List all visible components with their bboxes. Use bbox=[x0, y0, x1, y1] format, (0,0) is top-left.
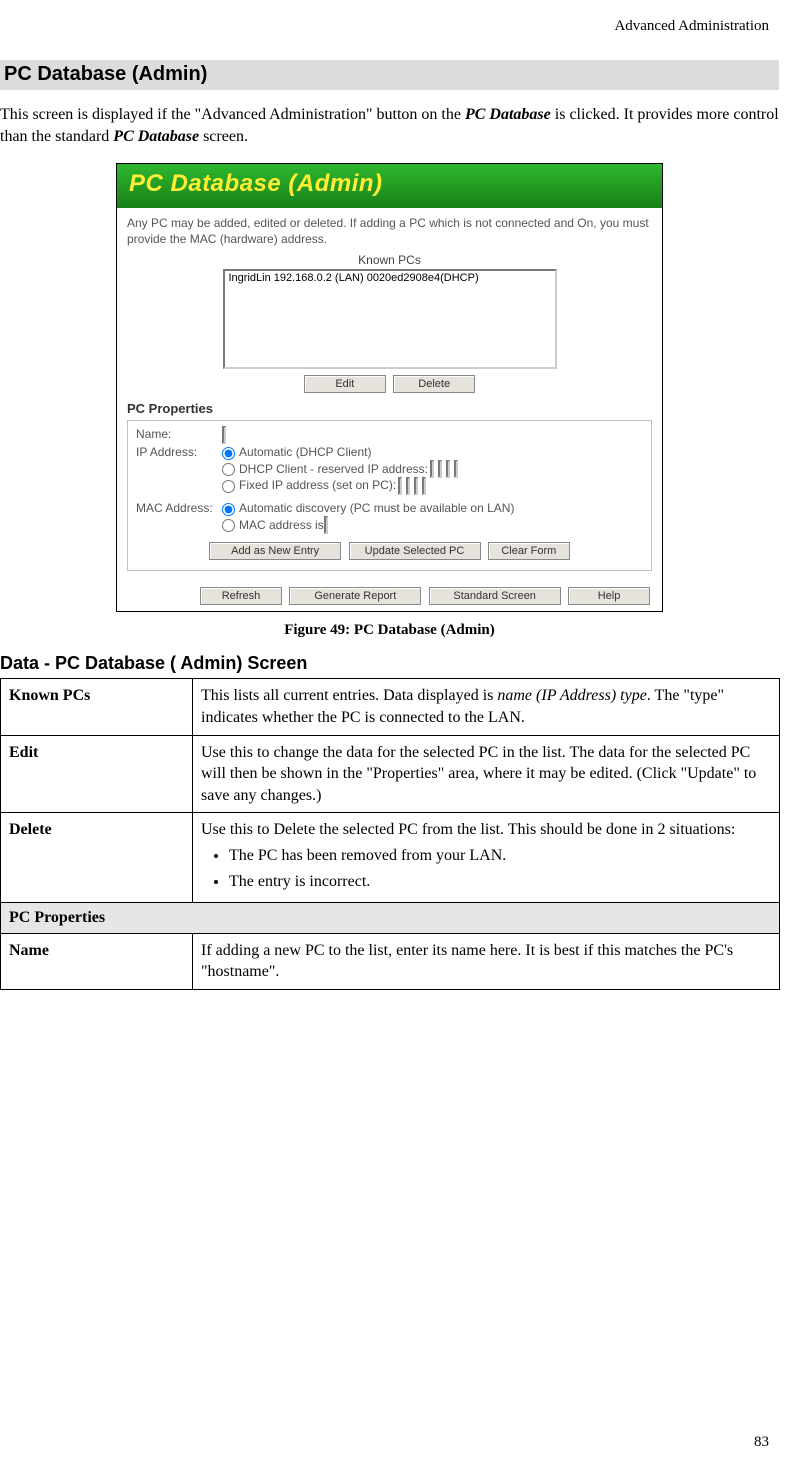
section-title: PC Database (Admin) bbox=[0, 60, 779, 90]
embedded-screenshot: PC Database (Admin) Any PC may be added,… bbox=[116, 163, 663, 612]
intro-bold-2: PC Database bbox=[113, 128, 199, 145]
cell-desc-edit: Use this to change the data for the sele… bbox=[193, 735, 780, 813]
known-pcs-listbox[interactable]: IngridLin 192.168.0.2 (LAN) 0020ed2908e4… bbox=[223, 269, 557, 369]
ip-octet-input[interactable] bbox=[422, 477, 426, 495]
page-number: 83 bbox=[754, 1434, 769, 1451]
ip-auto-radio[interactable] bbox=[222, 447, 235, 460]
bullet-item: The entry is incorrect. bbox=[229, 871, 771, 893]
cell-label-edit: Edit bbox=[1, 735, 193, 813]
ip-address-label: IP Address: bbox=[136, 445, 222, 459]
ip-octet-input[interactable] bbox=[454, 460, 458, 478]
text: This lists all current entries. Data dis… bbox=[201, 687, 497, 704]
shot-header: PC Database (Admin) bbox=[117, 164, 662, 208]
intro-text: screen. bbox=[199, 128, 248, 145]
ip-octet-input[interactable] bbox=[406, 477, 410, 495]
list-item[interactable]: IngridLin 192.168.0.2 (LAN) 0020ed2908e4… bbox=[225, 271, 555, 285]
name-input[interactable] bbox=[222, 426, 226, 444]
pc-properties-heading: PC Properties bbox=[127, 401, 652, 416]
help-button[interactable]: Help bbox=[568, 587, 650, 605]
mac-auto-label: Automatic discovery (PC must be availabl… bbox=[239, 501, 514, 515]
cell-desc-known-pcs: This lists all current entries. Data dis… bbox=[193, 679, 780, 735]
table-row: Delete Use this to Delete the selected P… bbox=[1, 813, 780, 903]
ip-fixed-radio[interactable] bbox=[222, 480, 235, 493]
table-section-row: PC Properties bbox=[1, 903, 780, 934]
table-row: Edit Use this to change the data for the… bbox=[1, 735, 780, 813]
shot-description: Any PC may be added, edited or deleted. … bbox=[127, 216, 652, 247]
intro-paragraph: This screen is displayed if the "Advance… bbox=[0, 104, 779, 147]
intro-bold-1: PC Database bbox=[465, 106, 551, 123]
ip-reserved-radio[interactable] bbox=[222, 463, 235, 476]
ip-octet-input[interactable] bbox=[430, 460, 434, 478]
ip-octet-input[interactable] bbox=[446, 460, 450, 478]
ip-octet-input[interactable] bbox=[414, 477, 418, 495]
generate-report-button[interactable]: Generate Report bbox=[289, 587, 421, 605]
mac-auto-radio[interactable] bbox=[222, 503, 235, 516]
italic-text: name (IP Address) type bbox=[497, 687, 646, 704]
ip-reserved-label: DHCP Client - reserved IP address: bbox=[239, 462, 428, 476]
name-label: Name: bbox=[136, 427, 222, 441]
ip-octet-input[interactable] bbox=[398, 477, 402, 495]
running-head: Advanced Administration bbox=[614, 18, 769, 35]
mac-manual-label: MAC address is bbox=[239, 518, 324, 532]
intro-text: This screen is displayed if the "Advance… bbox=[0, 106, 465, 123]
standard-screen-button[interactable]: Standard Screen bbox=[429, 587, 561, 605]
add-new-entry-button[interactable]: Add as New Entry bbox=[209, 542, 341, 560]
refresh-button[interactable]: Refresh bbox=[200, 587, 282, 605]
subsection-title: Data - PC Database ( Admin) Screen bbox=[0, 653, 779, 674]
mac-input[interactable] bbox=[324, 516, 328, 534]
bullet-item: The PC has been removed from your LAN. bbox=[229, 845, 771, 867]
cell-label-known-pcs: Known PCs bbox=[1, 679, 193, 735]
section-pc-properties: PC Properties bbox=[1, 903, 780, 934]
table-row: Name If adding a new PC to the list, ent… bbox=[1, 933, 780, 989]
edit-button[interactable]: Edit bbox=[304, 375, 386, 393]
update-selected-pc-button[interactable]: Update Selected PC bbox=[349, 542, 481, 560]
table-row: Known PCs This lists all current entries… bbox=[1, 679, 780, 735]
ip-auto-label: Automatic (DHCP Client) bbox=[239, 445, 371, 459]
text: Use this to Delete the selected PC from … bbox=[201, 821, 735, 838]
mac-address-label: MAC Address: bbox=[136, 501, 222, 515]
data-table: Known PCs This lists all current entries… bbox=[0, 678, 780, 990]
mac-manual-radio[interactable] bbox=[222, 519, 235, 532]
clear-form-button[interactable]: Clear Form bbox=[488, 542, 570, 560]
known-pcs-label: Known PCs bbox=[127, 253, 652, 267]
cell-label-delete: Delete bbox=[1, 813, 193, 903]
ip-octet-input[interactable] bbox=[438, 460, 442, 478]
cell-desc-name: If adding a new PC to the list, enter it… bbox=[193, 933, 780, 989]
bullet-list: The PC has been removed from your LAN. T… bbox=[201, 845, 771, 892]
delete-button[interactable]: Delete bbox=[393, 375, 475, 393]
ip-fixed-label: Fixed IP address (set on PC): bbox=[239, 478, 396, 492]
cell-label-name: Name bbox=[1, 933, 193, 989]
figure-caption: Figure 49: PC Database (Admin) bbox=[0, 622, 779, 639]
pc-properties-box: Name: IP Address: Automatic (DHCP Client… bbox=[127, 420, 652, 571]
cell-desc-delete: Use this to Delete the selected PC from … bbox=[193, 813, 780, 903]
